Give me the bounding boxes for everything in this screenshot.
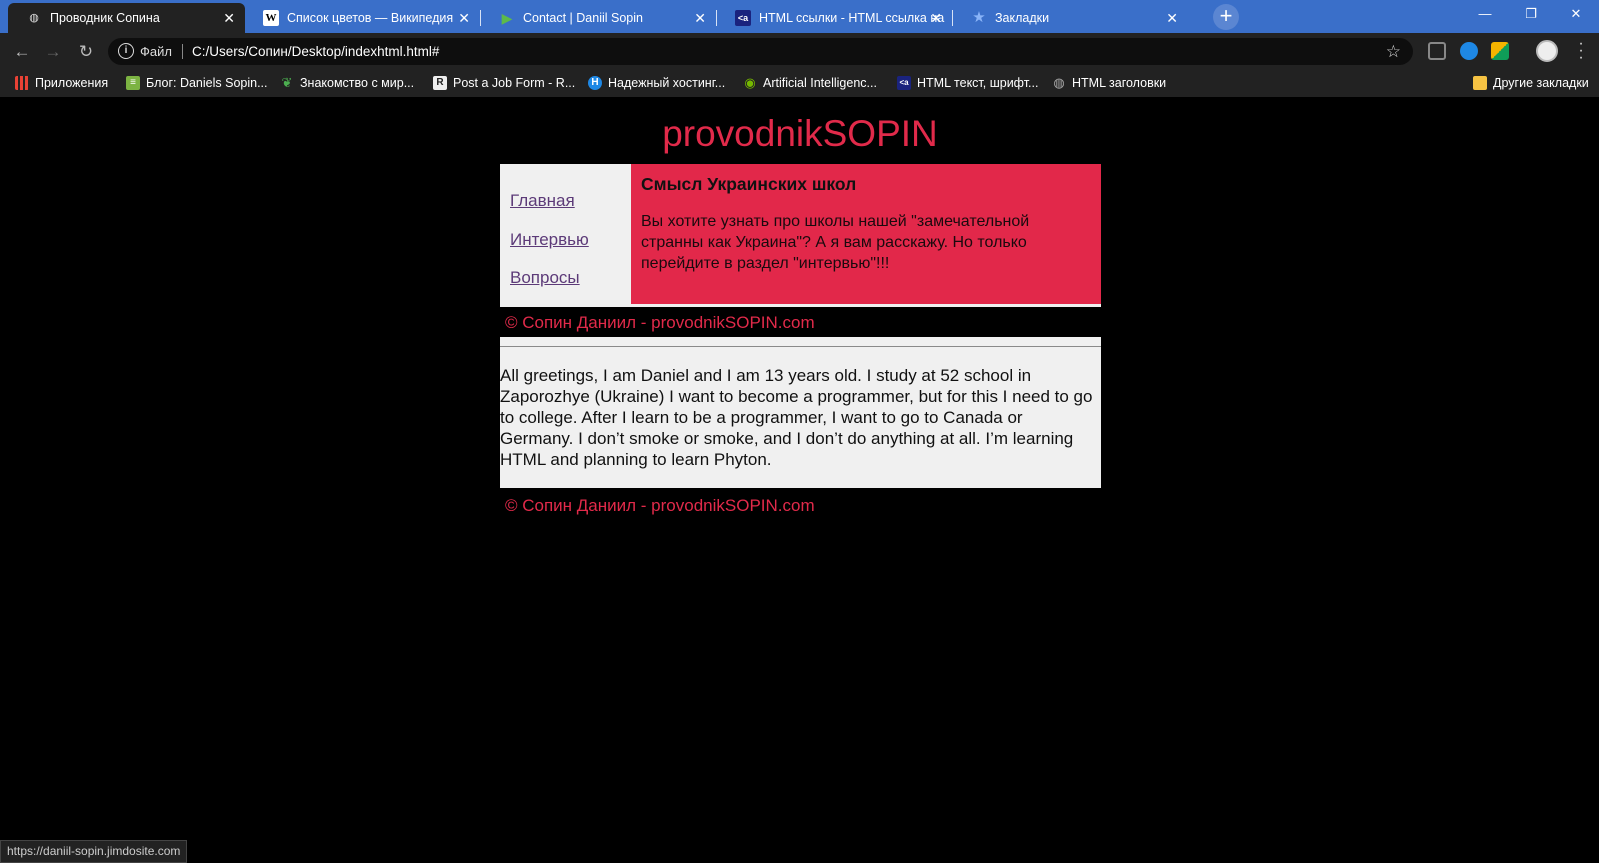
menu-icon[interactable]: · · · [1576,36,1586,66]
tab-html-links[interactable]: <a HTML ссылки - HTML ссылка на ✕ [717,3,952,33]
article-panel: Смысл Украинских школ Вы хотите узнать п… [631,164,1101,304]
new-tab-button[interactable]: + [1213,4,1239,30]
bookmark-label: Знакомство с мир... [300,76,415,90]
status-bar-url: https://daniil-sopin.jimdosite.com [0,840,188,863]
close-window-button[interactable]: ✕ [1553,0,1599,30]
bookmark-label: Post a Job Form - R... [453,76,576,90]
article-text: Вы хотите узнать про школы нашей "замеча… [641,213,1030,272]
close-icon[interactable]: ✕ [930,3,942,33]
jimdo-icon: ▶ [501,10,513,26]
folder-icon [1473,76,1487,90]
star-icon: ★ [972,9,986,26]
hosting-icon: H [588,76,602,90]
reload-icon[interactable]: ↻ [75,41,97,63]
bookmark-other[interactable]: Другие закладки [1473,70,1589,97]
horizontal-rule [500,346,1101,347]
bookmark-label: Надежный хостинг... [608,76,726,90]
address-scheme: Файл [140,44,172,59]
close-icon[interactable]: ✕ [694,3,706,33]
apps-grid-icon [15,76,29,90]
nav-link-home[interactable]: Главная [510,191,575,211]
extension-icon[interactable] [1428,42,1446,60]
globe-icon: ◍ [29,12,39,24]
extension-icon[interactable] [1491,42,1509,60]
htmlbook-icon: <a [897,76,911,90]
tab-title: Список цветов — Википедия [287,11,454,25]
about-panel: All greetings, I am Daniel and I am 13 y… [500,337,1101,488]
bookmarks-bar: Приложения ≡ Блог: Daniels Sopin... ❦ Зн… [0,70,1599,97]
address-divider [182,44,183,59]
wikipedia-icon: W [263,10,279,26]
nav-link-questions[interactable]: Вопросы [510,268,580,288]
leaf-icon: ❦ [281,75,293,90]
tab-title: Проводник Сопина [50,11,160,25]
tab-title: Contact | Daniil Sopin [523,11,643,25]
htmlbook-icon: <a [735,10,751,26]
site-title: provodnikSOPIN [662,113,938,154]
back-arrow-icon[interactable]: ← [11,41,33,63]
sidebar-nav: Главная Интервью Вопросы [500,164,631,304]
bookmark-label: Artificial Intelligenc... [763,76,877,90]
bookmark-apps[interactable]: Приложения [15,70,108,97]
minimize-button[interactable]: — [1462,0,1508,30]
tab-provodnik[interactable]: ◍ Проводник Сопина ✕ [8,3,245,33]
blog-icon: ≡ [126,76,140,90]
bookmark-blog[interactable]: ≡ Блог: Daniels Sopin... [126,70,268,97]
bookmark-znakomstvo[interactable]: ❦ Знакомство с мир... [280,70,415,97]
address-url[interactable]: C:/Users/Сопин/Desktop/indexhtml.html# [192,38,439,65]
article-title: Смысл Украинских школ [641,174,857,194]
close-icon[interactable]: ✕ [1166,3,1178,33]
close-icon[interactable]: ✕ [458,3,470,33]
tab-wikipedia[interactable]: W Список цветов — Википедия ✕ [245,3,480,33]
nvidia-icon: ◉ [744,75,756,90]
tab-contact[interactable]: ▶ Contact | Daniil Sopin ✕ [481,3,716,33]
browser-toolbar: ← → ↻ i Файл C:/Users/Сопин/Desktop/inde… [0,33,1599,70]
nav-link-interview[interactable]: Интервью [510,230,589,250]
bookmark-html-headers[interactable]: ◍ HTML заголовки [1052,70,1166,97]
tab-bookmarks[interactable]: ★ Закладки ✕ [953,3,1188,33]
bookmark-post-job[interactable]: R Post a Job Form - R... [433,70,575,97]
r-icon: R [433,76,447,90]
tab-title: HTML ссылки - HTML ссылка на [759,11,945,25]
bookmark-label: HTML заголовки [1072,76,1167,90]
extension-icon[interactable] [1460,42,1478,60]
bookmark-html-text[interactable]: <a HTML текст, шрифт... [897,70,1038,97]
tab-title: Закладки [995,11,1050,25]
bookmark-label: Блог: Daniels Sopin... [146,76,268,90]
globe-icon: ◍ [1053,75,1065,90]
bookmark-label: HTML текст, шрифт... [917,76,1039,90]
avatar[interactable] [1536,40,1558,62]
bookmark-label: Другие закладки [1493,76,1589,90]
tab-strip: ◍ Проводник Сопина ✕ W Список цветов — В… [0,0,1599,33]
about-text: All greetings, I am Daniel and I am 13 y… [500,366,1093,469]
forward-arrow-icon[interactable]: → [42,41,64,63]
bookmark-hosting[interactable]: H Надежный хостинг... [588,70,725,97]
bookmark-ai[interactable]: ◉ Artificial Intelligenc... [743,70,877,97]
restore-button[interactable]: ❐ [1508,0,1554,30]
bookmark-label: Приложения [35,76,109,90]
close-icon[interactable]: ✕ [223,3,235,33]
footer-copyright: © Сопин Даниил - provodnikSOPIN.com [505,313,815,332]
address-bar[interactable]: i Файл C:/Users/Сопин/Desktop/indexhtml.… [108,38,1413,65]
footer-copyright-bottom: © Сопин Даниил - provodnikSOPIN.com [505,496,815,515]
divider-stripe [500,304,1101,307]
bookmark-star-icon[interactable]: ☆ [1386,38,1401,65]
info-icon[interactable]: i [118,43,134,59]
